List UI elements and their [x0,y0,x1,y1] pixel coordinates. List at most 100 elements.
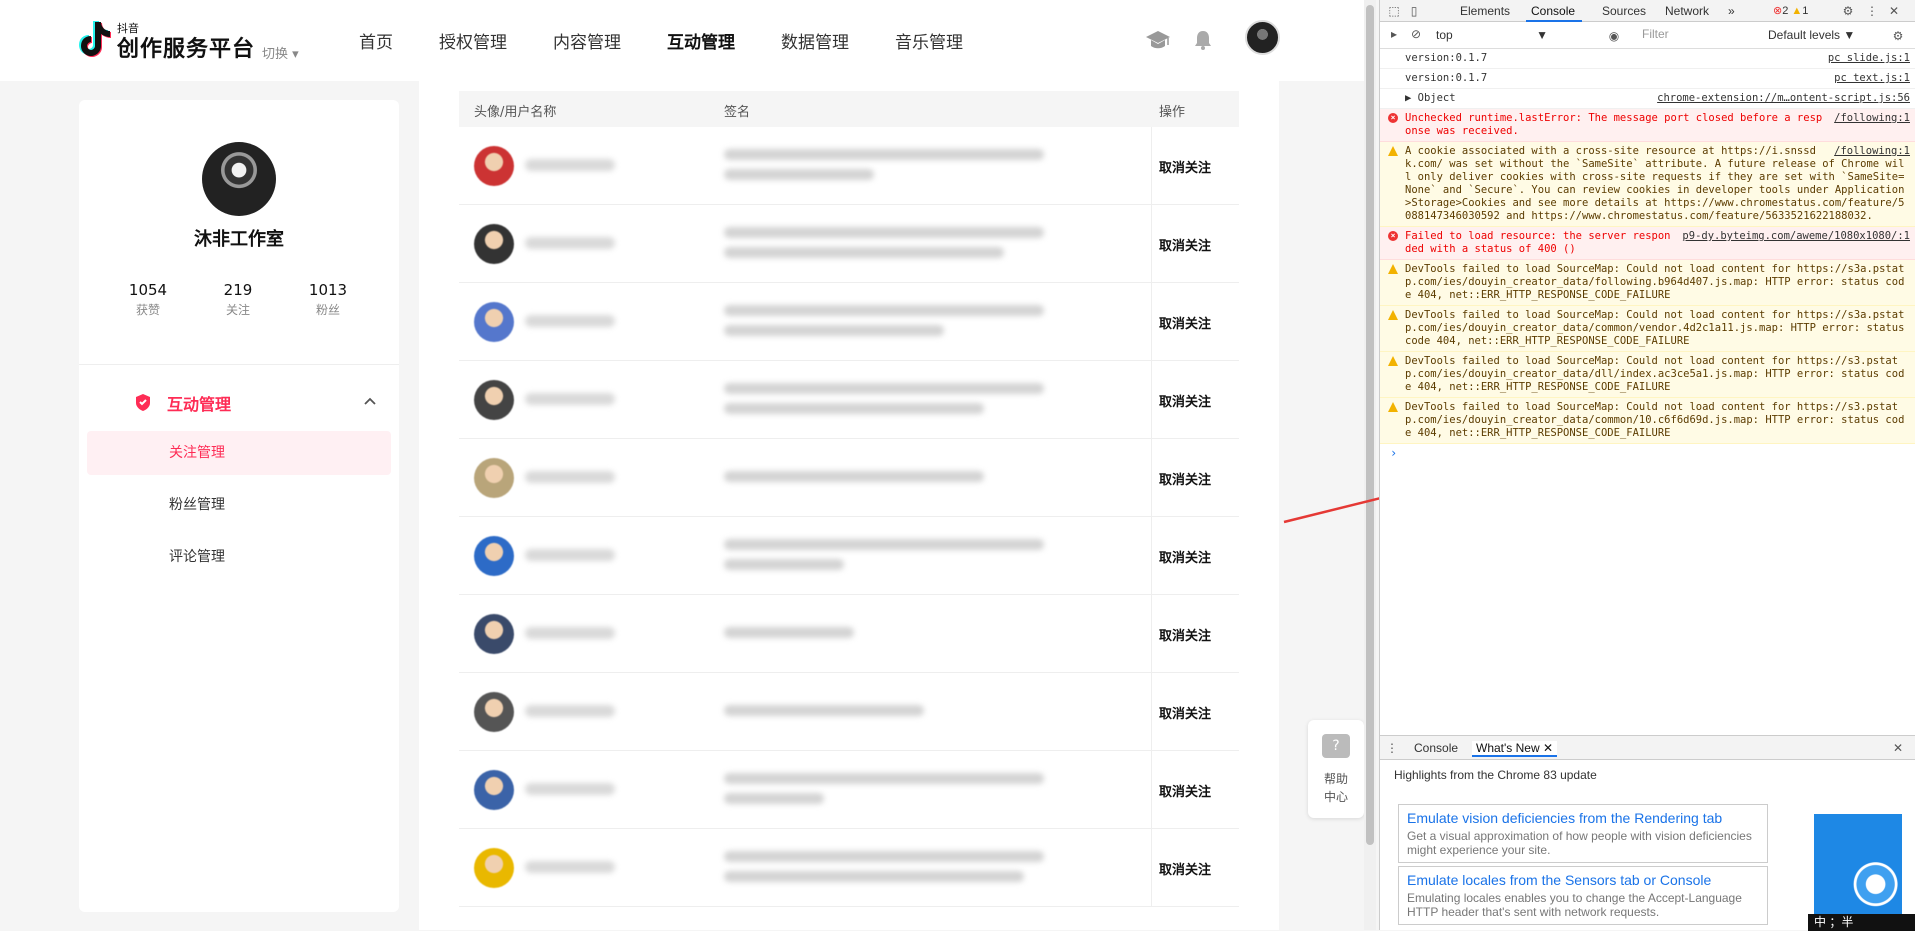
console-message[interactable]: pc slide.js:1 version:0.1.7 [1380,49,1915,69]
unfollow-button[interactable]: 取消关注 [1159,469,1211,488]
nav-home[interactable]: 首页 [359,28,393,53]
console-messages: pc slide.js:1 version:0.1.7 pc text.js:1 ve… [1380,49,1915,463]
unfollow-button[interactable]: 取消关注 [1159,313,1211,332]
devtools-tabbar: ⬚ ▯ Elements Console Sources Network » ⊗… [1380,0,1915,22]
source-link[interactable]: p9-dy.byteimg.com/aweme/1080x1080/:1 [1682,230,1910,243]
row-avatar[interactable] [474,146,514,186]
drawer-tab-console[interactable]: Console [1414,741,1458,755]
bell-icon[interactable] [1191,28,1215,52]
console-message[interactable]: DevTools failed to load SourceMap: Could… [1380,398,1915,444]
table-header: 头像/用户名称 签名 操作 [459,91,1239,127]
issue-counter[interactable]: ⊗2 ▲1 [1773,4,1808,17]
nav-authorization[interactable]: 授权管理 [439,28,507,53]
row-avatar[interactable] [474,224,514,264]
more-tabs-icon[interactable]: » [1728,4,1735,18]
table-row: 取消关注 [459,127,1239,205]
tab-sources[interactable]: Sources [1602,4,1646,18]
graduation-cap-icon[interactable] [1145,28,1171,52]
row-avatar[interactable] [474,770,514,810]
unfollow-button[interactable]: 取消关注 [1159,859,1211,878]
interaction-icon [136,394,150,411]
warning-icon [1388,310,1398,320]
scrollbar-thumb[interactable] [1366,5,1374,845]
console-message[interactable]: × /following:1 Unchecked runtime.lastError… [1380,109,1915,142]
clear-console-icon[interactable]: ⊘ [1408,26,1424,42]
drawer-menu-icon[interactable]: ⋮ [1384,740,1400,756]
unfollow-button[interactable]: 取消关注 [1159,625,1211,644]
row-avatar[interactable] [474,692,514,732]
row-avatar[interactable] [474,458,514,498]
unfollow-button[interactable]: 取消关注 [1159,157,1211,176]
row-avatar[interactable] [474,536,514,576]
unfollow-button[interactable]: 取消关注 [1159,781,1211,800]
table-row: 取消关注 [459,283,1239,361]
log-levels-dropdown[interactable]: Default levels ▼ [1768,28,1855,42]
card-description: Emulating locales enables you to change … [1407,891,1742,919]
context-select[interactable]: top ▼ [1436,28,1548,44]
tab-elements[interactable]: Elements [1460,4,1510,18]
blurred-signature [724,247,1004,258]
source-link[interactable]: chrome-extension://m…ontent-script.js:56 [1657,92,1910,105]
whats-new-card[interactable]: Emulate locales from the Sensors tab or … [1398,866,1768,925]
unfollow-button[interactable]: 取消关注 [1159,235,1211,254]
tab-network[interactable]: Network [1665,4,1709,18]
source-link[interactable]: pc text.js:1 [1834,72,1910,85]
blurred-signature [724,149,1044,160]
source-link[interactable]: /following:1 [1834,112,1910,125]
console-settings-gear-icon[interactable]: ⚙ [1890,28,1906,44]
unfollow-button[interactable]: 取消关注 [1159,391,1211,410]
help-center-button[interactable]: ? 帮助 中心 [1308,720,1364,818]
whats-new-card[interactable]: Emulate vision deficiencies from the Ren… [1398,804,1768,863]
inspect-element-icon[interactable]: ⬚ [1386,3,1402,19]
menu-item-following[interactable]: 关注管理 [87,431,391,475]
warning-icon [1388,264,1398,274]
row-avatar[interactable] [474,848,514,888]
source-link[interactable]: /following:1 [1834,145,1910,158]
kebab-menu-icon[interactable]: ⋮ [1864,3,1880,19]
warning-icon [1388,356,1398,366]
tiktok-logo-icon[interactable] [77,20,111,58]
whats-new-title: Highlights from the Chrome 83 update [1394,768,1597,782]
console-filter-input[interactable]: Filter [1636,27,1756,45]
menu-item-fans[interactable]: 粉丝管理 [87,483,391,527]
close-drawer-icon[interactable]: ✕ [1890,740,1906,756]
brand-title[interactable]: 创作服务平台 [117,31,255,63]
close-icon[interactable]: ✕ [1886,3,1902,19]
nav-data[interactable]: 数据管理 [781,28,849,53]
table-row: 取消关注 [459,439,1239,517]
main-content: 头像/用户名称 签名 操作 取消关注 取消关注 取消关注 取消关注 取消关注 取消关注 取消… [419,81,1279,930]
close-tab-icon[interactable]: ✕ [1543,741,1553,755]
switch-platform-dropdown[interactable]: 切换 ▾ [262,43,299,62]
sidebar-toggle-icon[interactable]: ▸ [1386,26,1402,42]
gear-icon[interactable]: ⚙ [1840,3,1856,19]
console-message[interactable]: DevTools failed to load SourceMap: Could… [1380,260,1915,306]
source-link[interactable]: pc slide.js:1 [1828,52,1910,65]
console-message[interactable]: × p9-dy.byteimg.com/aweme/1080x1080/:1 Fai… [1380,227,1915,260]
drawer-tab-whats-new[interactable]: What's New ✕ [1472,741,1558,757]
console-message[interactable]: chrome-extension://m…ontent-script.js:56… [1380,89,1915,109]
tab-console[interactable]: Console [1531,4,1575,18]
row-avatar[interactable] [474,380,514,420]
unfollow-button[interactable]: 取消关注 [1159,703,1211,722]
nav-music[interactable]: 音乐管理 [895,28,963,53]
row-avatar[interactable] [474,302,514,342]
menu-group-interaction[interactable]: 互动管理 [133,390,376,414]
blurred-username [525,315,615,327]
blurred-username [525,783,615,795]
menu-item-comments[interactable]: 评论管理 [87,535,391,579]
device-toolbar-icon[interactable]: ▯ [1406,3,1422,19]
row-avatar[interactable] [474,614,514,654]
divider [1151,283,1152,361]
console-message[interactable]: DevTools failed to load SourceMap: Could… [1380,352,1915,398]
console-prompt[interactable]: › [1380,444,1915,463]
console-message[interactable]: pc text.js:1 version:0.1.7 [1380,69,1915,89]
eye-icon[interactable]: ◉ [1606,28,1622,44]
chevron-up-icon[interactable] [363,394,377,408]
user-avatar[interactable] [1245,20,1280,55]
console-message[interactable]: DevTools failed to load SourceMap: Could… [1380,306,1915,352]
console-message[interactable]: /following:1 A cookie associated with a c… [1380,142,1915,227]
nav-content[interactable]: 内容管理 [553,28,621,53]
nav-interaction[interactable]: 互动管理 [667,28,735,53]
unfollow-button[interactable]: 取消关注 [1159,547,1211,566]
page-scrollbar[interactable] [1364,0,1376,930]
